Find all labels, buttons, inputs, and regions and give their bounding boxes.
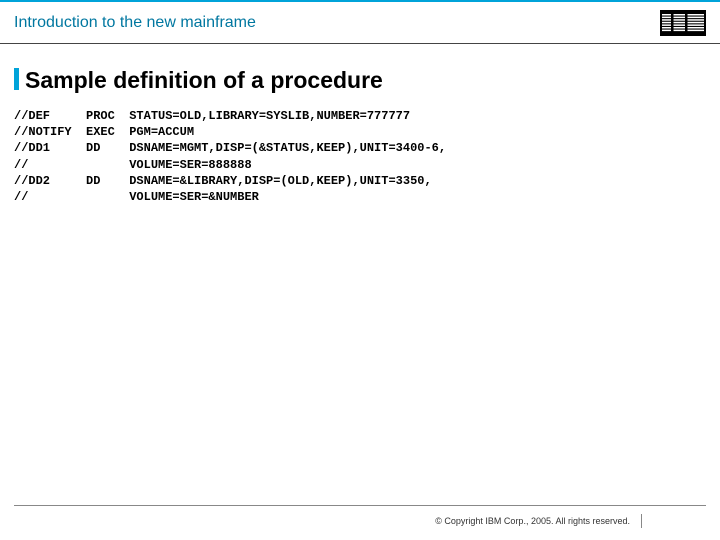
header-title: Introduction to the new mainframe (14, 14, 256, 32)
jcl-code-block: //DEF PROC STATUS=OLD,LIBRARY=SYSLIB,NUM… (14, 108, 706, 205)
slide-content: Sample definition of a procedure //DEF P… (0, 44, 720, 205)
ibm-logo (660, 10, 706, 36)
slide-title-row: Sample definition of a procedure (14, 66, 706, 94)
slide-title: Sample definition of a procedure (25, 67, 383, 94)
slide-header: Introduction to the new mainframe (0, 0, 720, 44)
slide: Introduction to the new mainframe (0, 0, 720, 540)
footer-divider (14, 505, 706, 506)
ibm-logo-icon (662, 14, 704, 32)
title-accent-bar (14, 68, 19, 90)
footer-copyright: © Copyright IBM Corp., 2005. All rights … (435, 516, 630, 526)
footer-tick (641, 514, 642, 528)
